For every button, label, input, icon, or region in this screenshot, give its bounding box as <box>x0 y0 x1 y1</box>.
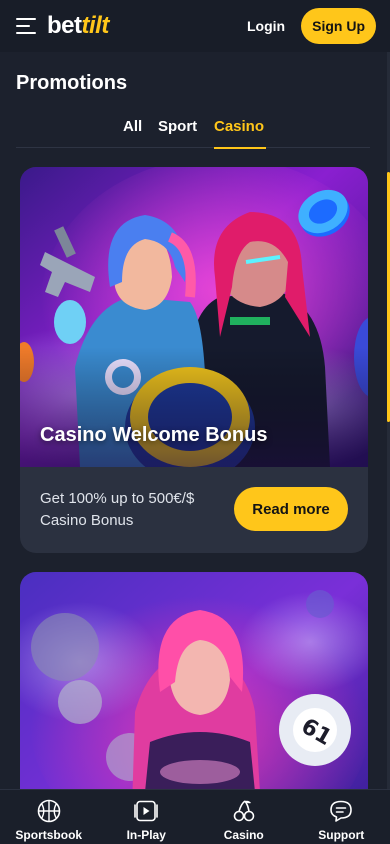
nav-casino[interactable]: Casino <box>195 790 293 844</box>
nav-in-play[interactable]: In-Play <box>98 790 196 844</box>
casino-characters-illustration <box>20 167 368 467</box>
tab-casino[interactable]: Casino <box>214 118 267 149</box>
basketball-icon <box>37 799 61 823</box>
nav-label: In-Play <box>126 828 166 842</box>
nav-label: Support <box>318 828 365 842</box>
promo-tabs: All Sport Casino <box>16 112 370 149</box>
promo-title: Casino Welcome Bonus <box>40 424 268 446</box>
nav-sportsbook[interactable]: Sportsbook <box>0 790 98 844</box>
page-title: Promotions <box>16 72 128 94</box>
promo-banner-image: 61 <box>20 572 368 812</box>
nav-label: Casino <box>223 828 264 842</box>
read-more-button[interactable]: Read more <box>234 487 348 531</box>
nav-label: Sportsbook <box>15 828 83 842</box>
menu-icon[interactable] <box>16 18 36 34</box>
top-header: bet tilt Login Sign Up <box>0 0 390 52</box>
promo-card[interactable]: Casino Welcome Bonus Get 100% up to 500€… <box>20 167 368 553</box>
tab-sport[interactable]: Sport <box>158 118 197 148</box>
bottom-navigation: Sportsbook In-Play Casino Support <box>0 789 390 844</box>
login-link[interactable]: Login <box>247 18 285 34</box>
cherries-icon <box>233 800 255 822</box>
header-actions: Login Sign Up <box>247 8 376 44</box>
signup-button[interactable]: Sign Up <box>301 8 376 44</box>
brand-logo[interactable]: bet tilt <box>47 12 109 40</box>
promo-banner-image: Casino Welcome Bonus <box>20 167 368 467</box>
tab-all[interactable]: All <box>123 118 142 148</box>
promo-description: Get 100% up to 500€/$ Casino Bonus <box>40 490 195 529</box>
lottery-character-illustration: 61 <box>20 572 368 812</box>
promo-card[interactable]: 61 <box>20 572 368 812</box>
logo-text-bet: bet <box>47 12 82 39</box>
promo-card-footer: Get 100% up to 500€/$ Casino Bonus Read … <box>20 467 368 553</box>
nav-support[interactable]: Support <box>293 790 390 844</box>
logo-text-tilt: tilt <box>81 12 110 39</box>
promotions-page: bet tilt Login Sign Up Promotions All Spo… <box>0 0 390 844</box>
chat-icon <box>330 800 353 822</box>
play-icon <box>134 800 159 822</box>
